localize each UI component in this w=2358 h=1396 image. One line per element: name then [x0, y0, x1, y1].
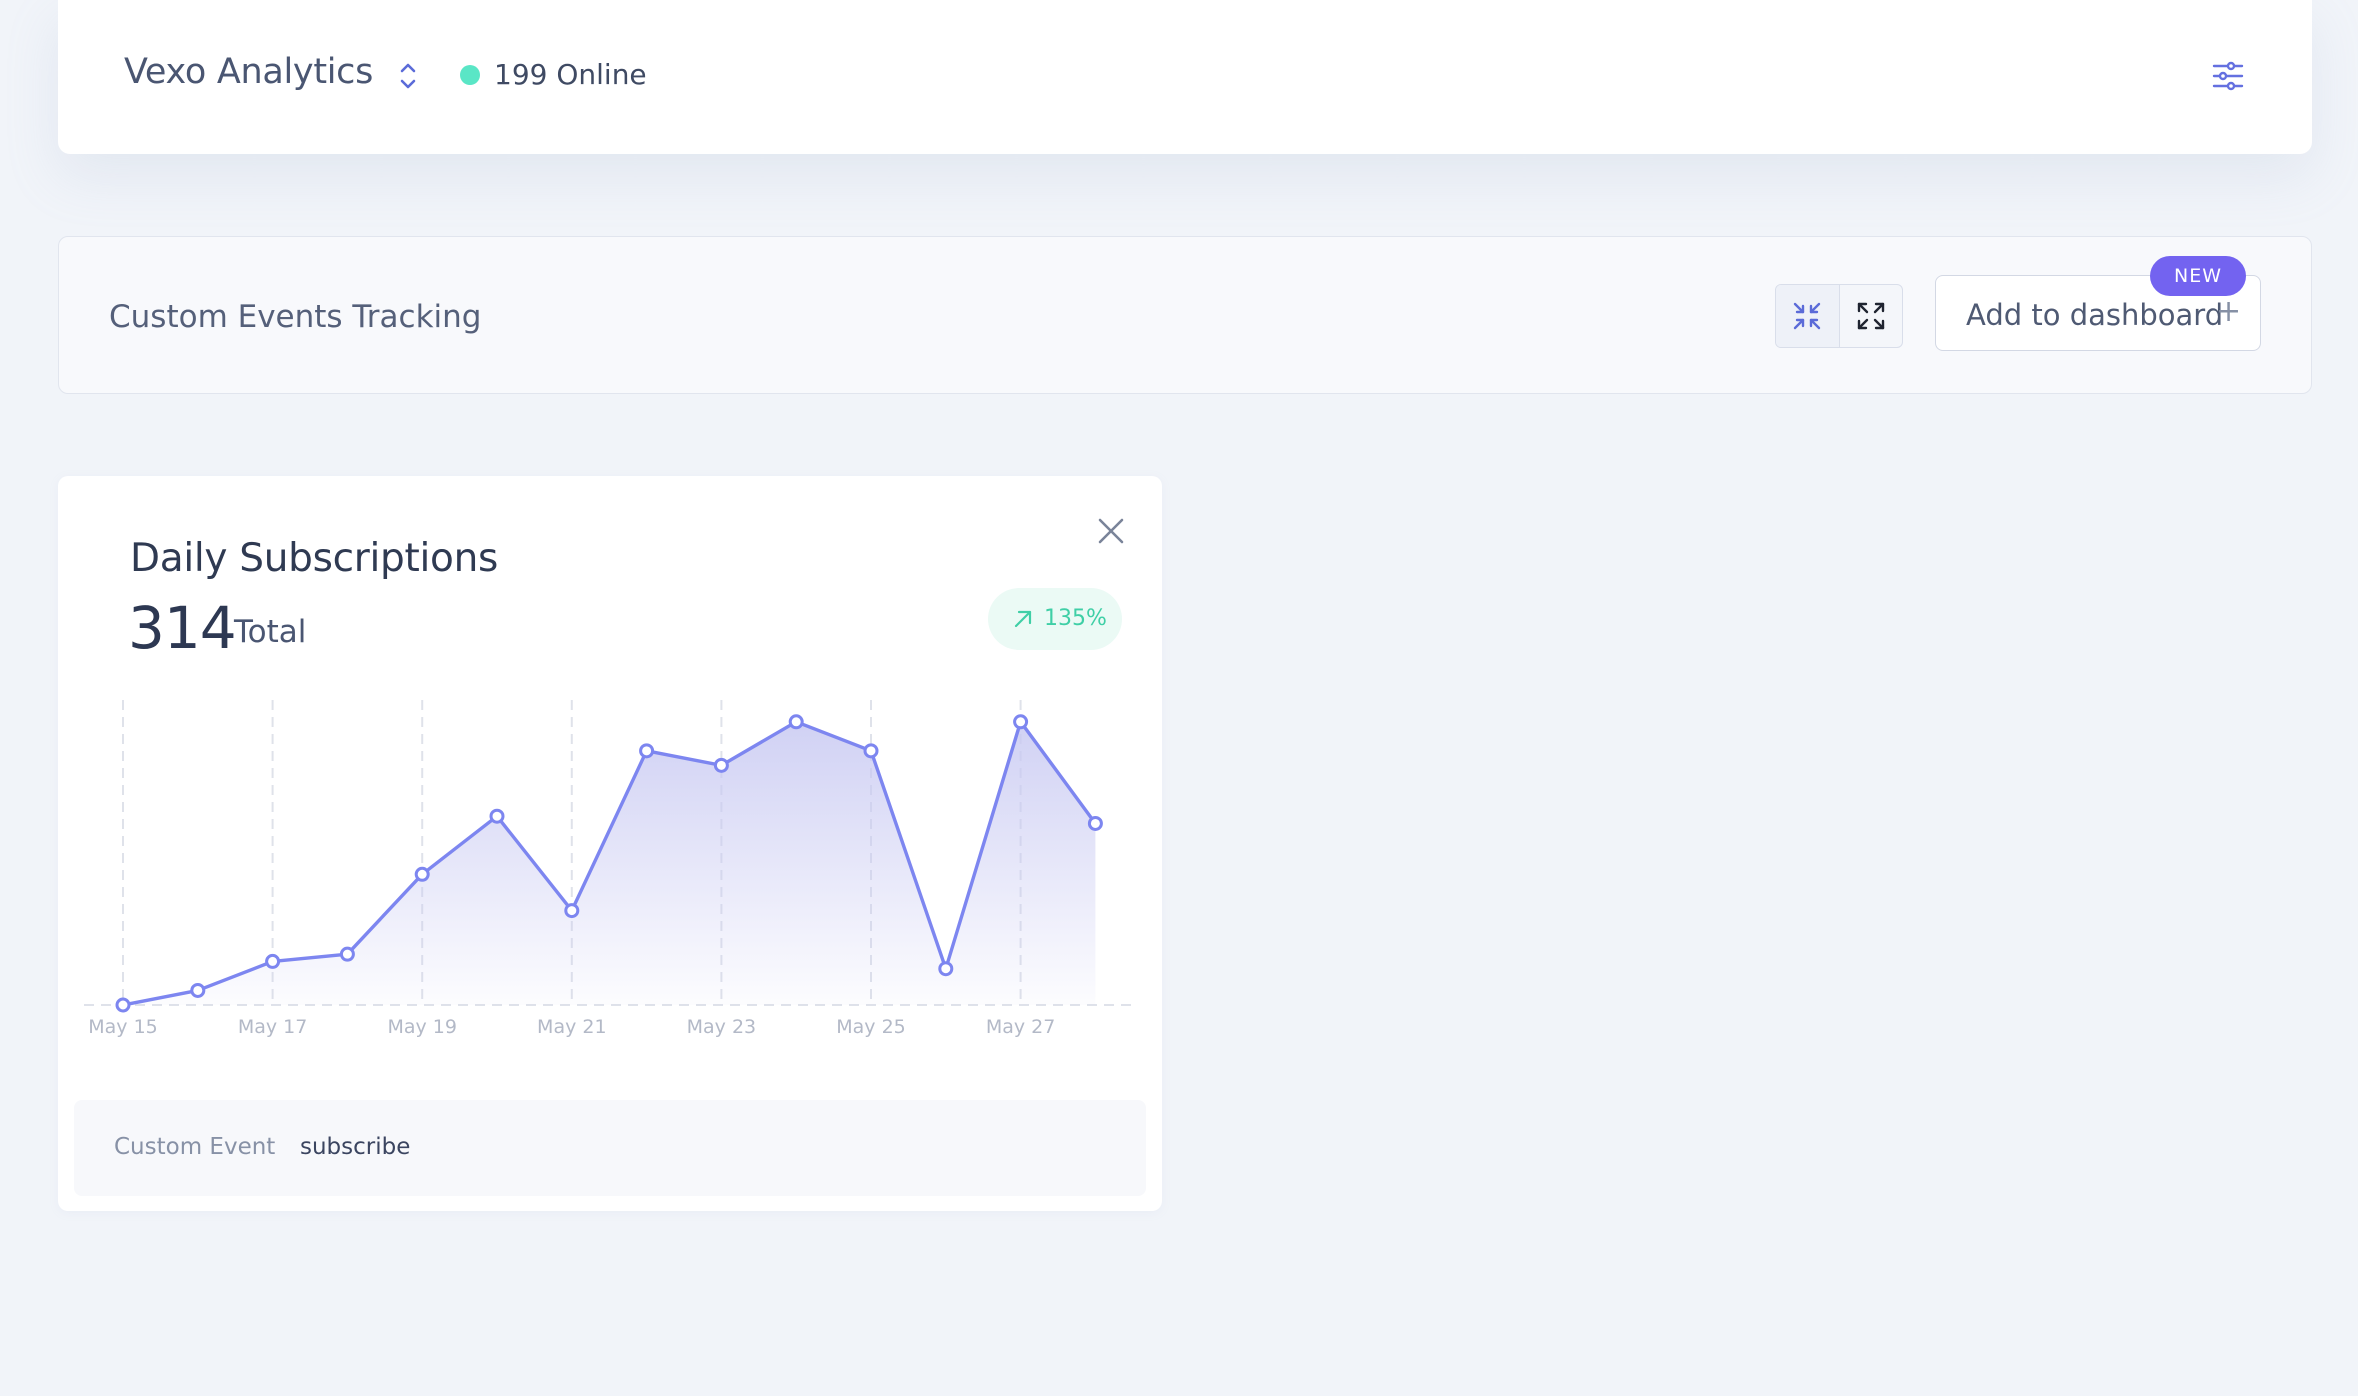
- new-badge: NEW: [2150, 256, 2246, 296]
- x-tick-label: May 15: [88, 1016, 158, 1038]
- data-point: [339, 946, 355, 962]
- daily-subscriptions-card: Daily Subscriptions 314 Total 135% May 1…: [58, 476, 1162, 1211]
- data-point: [414, 866, 430, 882]
- card-title: Daily Subscriptions: [130, 536, 499, 581]
- x-tick-label: May 17: [238, 1016, 308, 1038]
- collapse-view-button[interactable]: [1776, 285, 1839, 347]
- x-tick-label: May 23: [687, 1016, 757, 1038]
- event-value: subscribe: [300, 1134, 411, 1160]
- close-icon[interactable]: [1094, 514, 1128, 548]
- x-tick-label: May 19: [387, 1016, 457, 1038]
- arrow-up-right-icon: [1014, 610, 1032, 628]
- online-count: 199 Online: [494, 58, 647, 91]
- x-tick-label: May 21: [537, 1016, 607, 1038]
- data-point: [190, 982, 206, 998]
- data-point: [564, 903, 580, 919]
- sliders-icon[interactable]: [2210, 58, 2246, 94]
- collapse-icon: [1794, 302, 1821, 330]
- custom-events-section: Custom Events Tracking Add to dashboard …: [58, 236, 2312, 394]
- x-tick-label: May 27: [986, 1016, 1056, 1038]
- data-point: [1087, 815, 1103, 831]
- data-point: [938, 961, 954, 977]
- data-point: [265, 953, 281, 969]
- trend-badge: 135%: [988, 588, 1122, 650]
- data-point: [115, 997, 131, 1013]
- data-point: [863, 743, 879, 759]
- total-label: Total: [234, 614, 307, 650]
- subscriptions-chart: May 15 May 17 May 19 May 21 May 23 May 25 May …: [84, 700, 1136, 1038]
- chevron-up-down-icon[interactable]: [394, 56, 422, 96]
- data-point: [1013, 714, 1029, 730]
- data-point: [489, 808, 505, 824]
- site-name[interactable]: Vexo Analytics: [124, 52, 373, 92]
- section-title: Custom Events Tracking: [109, 299, 482, 335]
- add-to-dashboard-label: Add to dashboard: [1966, 298, 2224, 332]
- expand-icon: [1857, 302, 1884, 330]
- top-bar: Vexo Analytics 199 Online: [58, 0, 2312, 154]
- data-point: [788, 714, 804, 730]
- data-point: [713, 757, 729, 773]
- expand-view-button[interactable]: [1838, 285, 1903, 347]
- online-status-dot: [460, 65, 480, 85]
- event-info: Custom Event subscribe: [74, 1100, 1146, 1196]
- total-value: 314: [128, 594, 237, 662]
- view-toggle-group: [1775, 284, 1903, 348]
- plus-icon: +: [2216, 294, 2242, 329]
- x-tick-label: May 25: [836, 1016, 906, 1038]
- data-point: [639, 743, 655, 759]
- event-key-label: Custom Event: [114, 1134, 276, 1160]
- trend-value: 135%: [1044, 606, 1107, 631]
